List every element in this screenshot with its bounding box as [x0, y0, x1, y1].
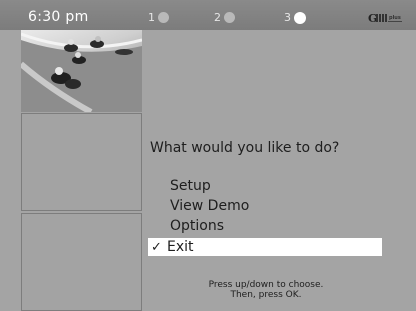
help-line: Then, press OK.	[230, 290, 302, 300]
guide-plus-logo-icon: G plus	[368, 12, 402, 25]
svg-text:G: G	[368, 12, 377, 25]
step-dot-active-icon	[294, 11, 306, 24]
menu-item-view-demo[interactable]: View Demo	[148, 196, 382, 216]
motorcycle-race-photo-icon	[21, 32, 142, 112]
step-dot-icon	[158, 12, 169, 23]
checkmark-icon: ✓	[151, 239, 162, 255]
menu-item-label: Setup	[170, 178, 211, 194]
menu-question: What would you like to do?	[150, 140, 340, 156]
preview-thumbnail-photo	[21, 30, 142, 112]
preview-thumbnail-empty	[21, 113, 142, 211]
menu-item-setup[interactable]: Setup	[148, 176, 382, 196]
step-indicator-2: 2	[214, 11, 235, 24]
clock-time: 6:30 pm	[28, 9, 89, 25]
brand-logo: G plus	[368, 11, 404, 28]
step-number: 1	[148, 11, 155, 24]
step-dot-icon	[224, 12, 235, 23]
menu-item-label: Exit	[167, 239, 194, 255]
top-bar: 6:30 pm 1 2 3 G plus	[0, 0, 416, 30]
menu-item-exit[interactable]: ✓ Exit	[148, 238, 382, 256]
step-number: 2	[214, 11, 221, 24]
step-number: 3	[284, 11, 291, 24]
menu-list: Setup View Demo Options ✓ Exit	[148, 176, 382, 256]
help-line: Press up/down to choose.	[208, 280, 324, 290]
menu-item-label: View Demo	[170, 198, 250, 214]
preview-thumbnail-empty	[21, 213, 142, 311]
step-indicator-3: 3	[284, 11, 306, 24]
help-text: Press up/down to choose. Then, press OK.	[150, 280, 382, 300]
svg-text:plus: plus	[389, 15, 401, 21]
step-indicator-1: 1	[148, 11, 169, 24]
menu-item-options[interactable]: Options	[148, 216, 382, 236]
menu-item-label: Options	[170, 218, 225, 234]
